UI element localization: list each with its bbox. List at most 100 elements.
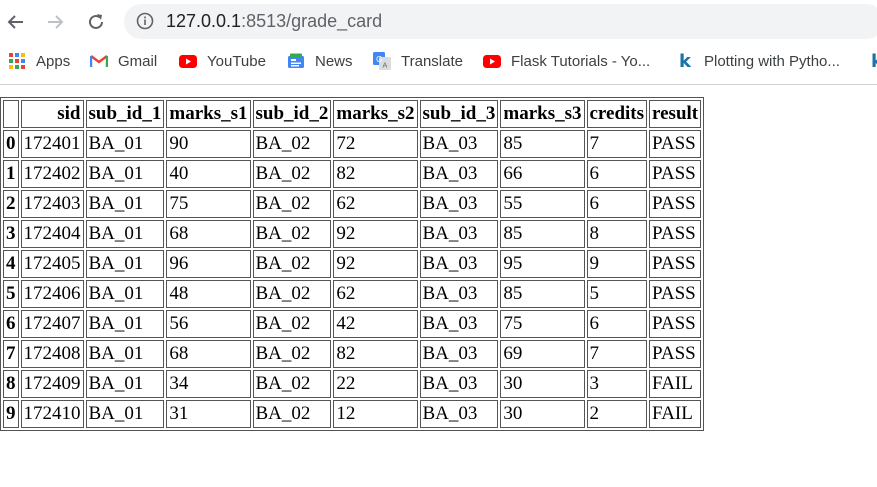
table-cell: 12 — [333, 400, 418, 428]
row-index: 3 — [3, 220, 19, 248]
bookmark-overflow[interactable]: k — [868, 51, 877, 72]
url-text[interactable]: 127.0.0.1:8513/grade_card — [166, 11, 382, 32]
bookmark-gmail[interactable]: Gmail — [90, 52, 157, 70]
bookmark-flask-tutorials[interactable]: Flask Tutorials - Yo... — [483, 52, 650, 70]
k-icon: k — [679, 50, 691, 72]
table-cell: BA_03 — [419, 220, 499, 248]
bookmarks-bar: Apps Gmail YouTube News GA Translate Fla… — [0, 43, 877, 85]
page-content: sid sub_id_1 marks_s1 sub_id_2 marks_s2 sub_i… — [0, 97, 705, 431]
table-cell: BA_02 — [252, 340, 332, 368]
table-cell: 3 — [586, 370, 648, 398]
column-header-credits: credits — [586, 100, 648, 128]
bookmark-label: Flask Tutorials - Yo... — [511, 52, 651, 70]
table-cell: BA_03 — [419, 280, 499, 308]
back-button[interactable] — [4, 10, 28, 34]
table-cell: 172405 — [20, 250, 84, 278]
table-cell: 75 — [166, 190, 251, 218]
table-header-row: sid sub_id_1 marks_s1 sub_id_2 marks_s2 sub_i… — [3, 100, 702, 128]
table-cell: 40 — [166, 160, 251, 188]
row-index: 5 — [3, 280, 19, 308]
url-host: 127.0.0.1 — [166, 11, 242, 31]
table-cell: 34 — [166, 370, 251, 398]
table-cell: PASS — [649, 130, 702, 158]
row-index: 0 — [3, 130, 19, 158]
table-cell: 75 — [500, 310, 585, 338]
table-cell: BA_01 — [85, 250, 165, 278]
table-cell: BA_02 — [252, 400, 332, 428]
table-cell: 92 — [333, 220, 418, 248]
table-row: 0 172401 BA_01 90 BA_02 72 BA_03 85 7 PASS — [3, 130, 702, 158]
bookmark-label: Gmail — [118, 52, 158, 70]
svg-text:A: A — [383, 62, 388, 70]
table-cell: 96 — [166, 250, 251, 278]
table-cell: 22 — [333, 370, 418, 398]
table-cell: BA_02 — [252, 190, 332, 218]
bookmark-label: Translate — [401, 52, 463, 70]
table-cell: 2 — [586, 400, 648, 428]
table-cell: 9 — [586, 250, 648, 278]
table-cell: 172406 — [20, 280, 84, 308]
translate-icon: GA — [373, 52, 391, 70]
bookmark-translate[interactable]: GA Translate — [373, 52, 463, 70]
table-row: 8 172409 BA_01 34 BA_02 22 BA_03 30 3 FAIL — [3, 370, 702, 398]
bookmark-news[interactable]: News — [287, 52, 353, 70]
table-cell: BA_03 — [419, 400, 499, 428]
table-cell: 55 — [500, 190, 585, 218]
table-cell: 172403 — [20, 190, 84, 218]
svg-text:G: G — [376, 55, 382, 64]
address-bar[interactable]: 127.0.0.1:8513/grade_card — [124, 4, 877, 39]
table-cell: BA_01 — [85, 160, 165, 188]
browser-toolbar: 127.0.0.1:8513/grade_card — [0, 0, 877, 43]
news-icon — [287, 52, 305, 70]
table-cell: BA_02 — [252, 130, 332, 158]
column-header-marks-s1: marks_s1 — [166, 100, 251, 128]
table-cell: 85 — [500, 130, 585, 158]
bookmark-apps[interactable]: Apps — [8, 52, 70, 70]
table-cell: PASS — [649, 190, 702, 218]
table-cell: 7 — [586, 130, 648, 158]
youtube-icon — [179, 52, 197, 70]
forward-button[interactable] — [43, 10, 67, 34]
back-arrow-icon — [7, 15, 23, 29]
table-cell: 31 — [166, 400, 251, 428]
table-cell: 5 — [586, 280, 648, 308]
table-cell: 69 — [500, 340, 585, 368]
table-cell: BA_01 — [85, 190, 165, 218]
bookmark-plotting-python[interactable]: k Plotting with Pytho... — [676, 50, 840, 72]
info-icon[interactable] — [136, 12, 154, 30]
row-index: 8 — [3, 370, 19, 398]
column-header-sub-id-1: sub_id_1 — [85, 100, 165, 128]
table-cell: PASS — [649, 220, 702, 248]
table-cell: BA_01 — [85, 340, 165, 368]
table-cell: BA_02 — [252, 280, 332, 308]
youtube-icon — [483, 52, 501, 70]
table-cell: 85 — [500, 280, 585, 308]
table-cell: FAIL — [649, 400, 702, 428]
table-row: 7 172408 BA_01 68 BA_02 82 BA_03 69 7 PASS — [3, 340, 702, 368]
forward-arrow-icon — [48, 15, 64, 29]
reload-button[interactable] — [84, 10, 108, 34]
table-row: 2 172403 BA_01 75 BA_02 62 BA_03 55 6 PASS — [3, 190, 702, 218]
table-cell: 68 — [166, 340, 251, 368]
bookmark-label: Apps — [36, 52, 71, 70]
table-cell: BA_03 — [419, 160, 499, 188]
table-cell: 90 — [166, 130, 251, 158]
table-cell: 42 — [333, 310, 418, 338]
table-cell: 68 — [166, 220, 251, 248]
index-header — [3, 100, 19, 128]
table-cell: 48 — [166, 280, 251, 308]
bookmark-label: YouTube — [207, 52, 266, 70]
row-index: 7 — [3, 340, 19, 368]
table-cell: 172404 — [20, 220, 84, 248]
column-header-marks-s3: marks_s3 — [500, 100, 585, 128]
table-cell: BA_02 — [252, 160, 332, 188]
bookmark-youtube[interactable]: YouTube — [179, 52, 266, 70]
bookmark-label: Plotting with Pytho... — [704, 52, 840, 70]
table-cell: BA_01 — [85, 400, 165, 428]
bookmark-label: News — [315, 52, 353, 70]
column-header-sub-id-3: sub_id_3 — [419, 100, 499, 128]
table-row: 6 172407 BA_01 56 BA_02 42 BA_03 75 6 PASS — [3, 310, 702, 338]
table-row: 5 172406 BA_01 48 BA_02 62 BA_03 85 5 PASS — [3, 280, 702, 308]
table-cell: BA_03 — [419, 250, 499, 278]
table-cell: 85 — [500, 220, 585, 248]
